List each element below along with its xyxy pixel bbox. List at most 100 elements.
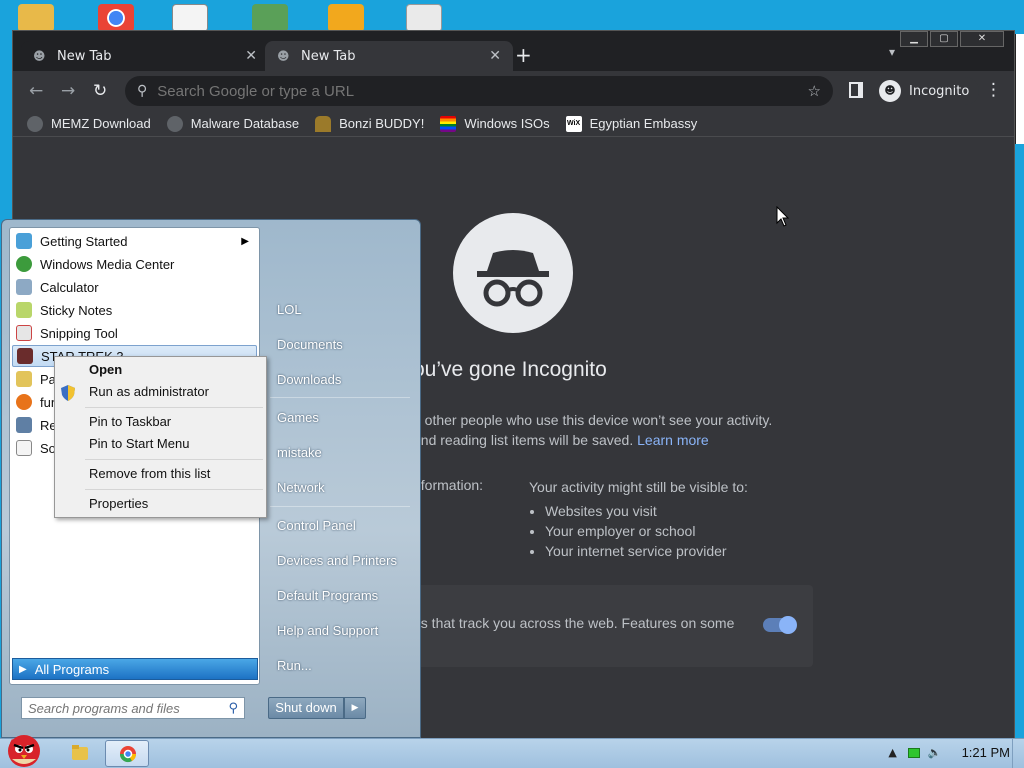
clock[interactable]: 1:21 PM	[962, 745, 1010, 760]
side-panel-icon[interactable]	[849, 82, 863, 98]
folder-icon[interactable]	[18, 4, 54, 32]
ctx-open[interactable]: Open	[89, 362, 122, 377]
start-item-default-programs[interactable]: Default Programs	[277, 588, 378, 603]
ctx-remove[interactable]: Remove from this list	[89, 466, 210, 481]
ctx-run-as-admin[interactable]: Run as administrator	[89, 384, 209, 399]
start-orb-angry-bird-icon[interactable]	[4, 729, 44, 768]
profile-button[interactable]: ☻ Incognito	[875, 77, 980, 105]
menu-kebab-icon[interactable]: ⋮	[985, 80, 1002, 100]
tab-strip: ☻ New Tab ✕ ☻ New Tab ✕ + ▾ ▁ ▢ ✕	[13, 31, 1014, 71]
program-getting-started[interactable]: Getting Started ▶	[12, 230, 257, 252]
omnibox-input[interactable]	[157, 82, 808, 100]
visible-to-item: Your internet service provider	[545, 541, 748, 561]
context-menu: Open Run as administrator Pin to Taskbar…	[54, 356, 267, 518]
maximize-button[interactable]: ▢	[930, 31, 958, 47]
sticky-notes-icon	[16, 302, 32, 318]
taskbar-explorer-button[interactable]	[58, 740, 102, 767]
submenu-arrow-icon: ▶	[241, 235, 249, 247]
incognito-tab-icon: ☻	[277, 49, 290, 63]
incognito-avatar-icon: ☻	[879, 80, 901, 102]
all-programs-button[interactable]: ▶ All Programs	[12, 658, 258, 680]
shut-down-options-arrow-icon[interactable]: ▶	[344, 697, 366, 719]
omnibox[interactable]: ⚲ ☆	[125, 76, 833, 106]
tab-2[interactable]: ☻ New Tab ✕	[265, 41, 513, 71]
shield-app-icon[interactable]	[252, 4, 288, 32]
taskbar-chrome-button[interactable]	[105, 740, 149, 767]
divider	[270, 397, 410, 398]
paint-icon	[16, 371, 32, 387]
start-item-network[interactable]: Network	[277, 480, 325, 495]
bookmark-bonzi[interactable]: Bonzi BUDDY!	[315, 115, 424, 132]
close-tab-icon[interactable]: ✕	[245, 48, 257, 64]
system-tray: ▲ 🔈 1:21 PM	[878, 745, 1010, 760]
bookmark-memz[interactable]: MEMZ Download	[27, 115, 151, 132]
toolbar: ← → ↻ ⚲ ☆ ☻ Incognito ⋮	[13, 71, 1014, 111]
start-item-mistake[interactable]: mistake	[277, 445, 322, 460]
star-trek-icon	[17, 348, 33, 364]
solitaire-icon[interactable]	[172, 4, 208, 32]
bookmark-malware-database[interactable]: Malware Database	[166, 115, 299, 132]
divider	[270, 506, 410, 507]
tab-1[interactable]: ☻ New Tab ✕	[21, 41, 269, 71]
start-search-box[interactable]: ⚲	[21, 697, 245, 719]
start-item-documents[interactable]: Documents	[277, 337, 343, 352]
show-desktop-button[interactable]	[1012, 739, 1024, 768]
network-icon[interactable]	[907, 747, 920, 758]
ctx-pin-start[interactable]: Pin to Start Menu	[89, 436, 189, 451]
forward-arrow-icon[interactable]: →	[61, 81, 75, 101]
media-center-icon	[16, 256, 32, 272]
scissors-icon	[16, 325, 32, 341]
ctx-pin-taskbar[interactable]: Pin to Taskbar	[89, 414, 171, 429]
start-item-downloads[interactable]: Downloads	[277, 372, 341, 387]
document-icon[interactable]	[406, 4, 442, 32]
magnifier-icon[interactable]: ⚲	[228, 701, 238, 716]
visible-to-item: Your employer or school	[545, 521, 748, 541]
close-window-button[interactable]: ✕	[960, 31, 1004, 47]
mouse-cursor-icon	[776, 206, 790, 227]
block-cookies-toggle[interactable]	[763, 616, 797, 634]
new-tab-button[interactable]: +	[515, 43, 532, 67]
globe-icon	[166, 115, 183, 132]
show-hidden-icons-chevron-icon[interactable]: ▲	[886, 746, 900, 760]
start-item-control-panel[interactable]: Control Panel	[277, 518, 356, 533]
reload-icon[interactable]: ↻	[93, 81, 107, 101]
start-item-run[interactable]: Run...	[277, 658, 312, 673]
play-arrow-icon: ▶	[19, 663, 27, 675]
program-sticky-notes[interactable]: Sticky Notes	[12, 299, 257, 321]
desktop-icons	[0, 0, 1024, 32]
globe-icon	[27, 115, 43, 132]
bookmark-egyptian-embassy[interactable]: WiX Egyptian Embassy	[565, 115, 697, 132]
calculator-icon	[16, 279, 32, 295]
volume-icon[interactable]: 🔈	[928, 746, 942, 760]
program-media-center[interactable]: Windows Media Center	[12, 253, 257, 275]
bonzi-icon	[315, 115, 332, 132]
ctx-properties[interactable]: Properties	[89, 496, 148, 511]
page-description: d other people who use this device won’t…	[413, 412, 773, 448]
shut-down-button[interactable]: Shut down	[268, 697, 344, 719]
minimize-button[interactable]: ▁	[900, 31, 928, 47]
program-snipping-tool[interactable]: Snipping Tool	[12, 322, 257, 344]
program-calculator[interactable]: Calculator	[12, 276, 257, 298]
game-icon[interactable]	[328, 4, 364, 32]
page-title: ou’ve gone Incognito	[413, 358, 607, 381]
learn-more-link[interactable]: Learn more	[637, 432, 709, 448]
remote-desktop-icon	[16, 417, 32, 433]
start-search-input[interactable]	[28, 700, 229, 716]
bookmark-star-icon[interactable]: ☆	[808, 82, 821, 100]
start-item-games[interactable]: Games	[277, 410, 319, 425]
incognito-tab-icon: ☻	[33, 49, 46, 63]
start-item-help-support[interactable]: Help and Support	[277, 623, 378, 638]
back-arrow-icon[interactable]: ←	[29, 81, 43, 101]
bookmark-windows-isos[interactable]: Windows ISOs	[440, 115, 550, 132]
tab-search-chevron-icon[interactable]: ▾	[889, 45, 895, 59]
chrome-desktop-icon[interactable]	[98, 4, 134, 32]
visible-to-item: Websites you visit	[545, 501, 748, 521]
divider	[85, 459, 263, 460]
start-item-lol[interactable]: LOL	[277, 302, 302, 317]
window-controls: ▁ ▢ ✕	[898, 31, 1004, 47]
close-tab-icon[interactable]: ✕	[489, 48, 501, 64]
wix-icon: WiX	[565, 115, 582, 132]
left-column-heading: nformation:	[413, 477, 484, 493]
start-item-devices-printers[interactable]: Devices and Printers	[277, 553, 397, 568]
chrome-icon	[119, 746, 137, 763]
